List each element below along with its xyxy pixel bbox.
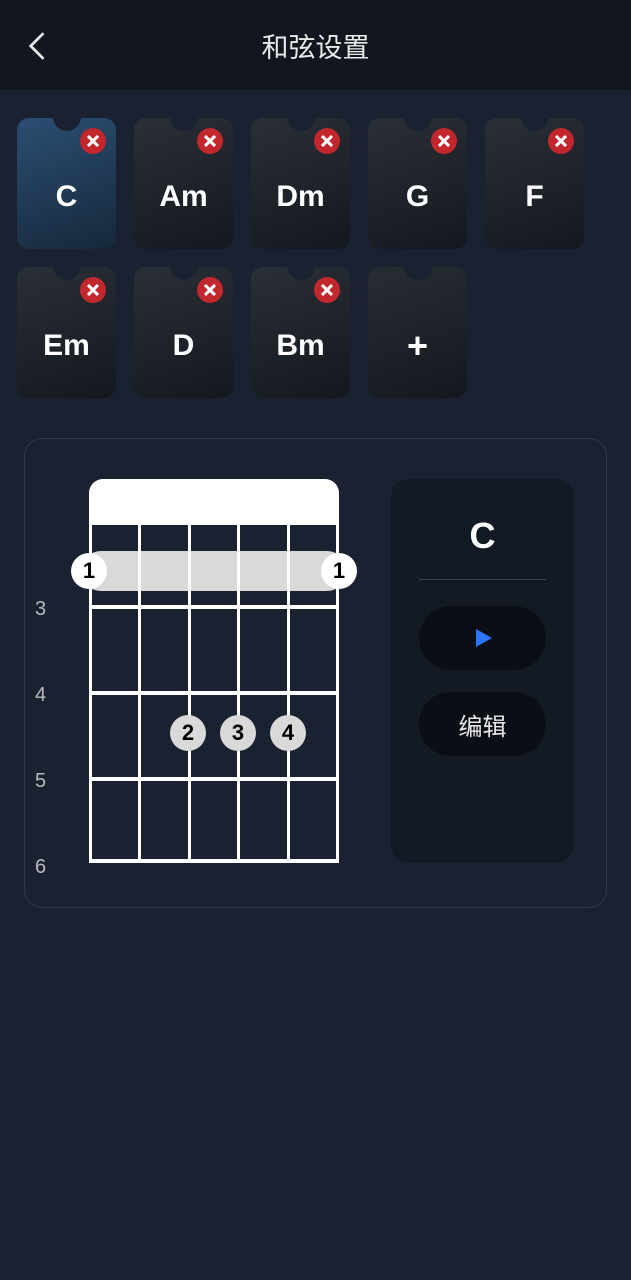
chord-tile-label: G [406,180,429,214]
string-line [237,521,240,863]
close-icon [321,135,333,147]
remove-chord-button[interactable] [197,128,223,154]
remove-chord-button[interactable] [314,128,340,154]
string-line [138,521,141,863]
chord-tile-label: Am [159,180,207,214]
string-line [287,521,290,863]
chevron-left-icon [27,30,49,62]
chord-tile-label: F [525,180,543,214]
fretboard: 1 1 2 3 4 [89,479,339,863]
close-icon [555,135,567,147]
plus-icon: + [407,328,428,364]
fret-line [89,691,339,695]
header-bar: 和弦设置 [0,0,631,90]
chord-tile-label: Em [43,329,90,363]
chord-tile[interactable]: Bm [251,267,350,398]
chord-tile[interactable]: D [134,267,233,398]
chord-tile-label: D [173,329,195,363]
edit-button[interactable]: 编辑 [419,692,546,756]
chord-detail-panel: 3 4 5 6 1 1 [24,438,607,908]
divider [419,579,546,580]
barre-highlight [81,551,347,591]
fret-number: 6 [35,797,46,883]
chord-tile[interactable]: Em [17,267,116,398]
fret-number: 4 [35,625,46,711]
selected-chord-name: C [470,515,496,557]
chord-controls: C 编辑 [391,479,574,863]
close-icon [321,284,333,296]
fret-line [89,605,339,609]
remove-chord-button[interactable] [548,128,574,154]
page-title: 和弦设置 [262,26,370,65]
edit-button-label: 编辑 [459,707,507,742]
chord-tile[interactable]: Dm [251,118,350,249]
play-button[interactable] [419,606,546,670]
close-icon [438,135,450,147]
finger-dot: 2 [170,715,206,751]
chord-tile[interactable]: Am [134,118,233,249]
chord-tile[interactable]: F [485,118,584,249]
finger-dot: 1 [71,553,107,589]
close-icon [87,284,99,296]
add-chord-button[interactable]: + [368,267,467,398]
chord-tile-label: Bm [276,329,324,363]
string-line [188,521,191,863]
fret-line [89,859,339,863]
finger-dot: 4 [270,715,306,751]
play-icon [471,626,495,650]
fret-line [89,777,339,781]
close-icon [87,135,99,147]
back-button[interactable] [20,28,56,64]
fret-number-column: 3 4 5 6 [35,547,46,883]
remove-chord-button[interactable] [314,277,340,303]
remove-chord-button[interactable] [80,128,106,154]
finger-dot: 3 [220,715,256,751]
fretboard-nut [89,479,339,521]
close-icon [204,284,216,296]
close-icon [204,135,216,147]
fretboard-grid: 1 1 2 3 4 [89,521,339,863]
fret-number: 3 [35,547,46,625]
fretboard-diagram: 3 4 5 6 1 1 [35,479,355,863]
chord-tile[interactable]: C [17,118,116,249]
chord-tile-label: Dm [276,180,324,214]
remove-chord-button[interactable] [80,277,106,303]
chord-tile[interactable]: G [368,118,467,249]
chord-grid: C Am Dm G F Em D Bm + [0,90,631,398]
finger-dot: 1 [321,553,357,589]
fret-line [89,521,339,525]
remove-chord-button[interactable] [431,128,457,154]
chord-tile-label: C [56,180,78,214]
remove-chord-button[interactable] [197,277,223,303]
fret-number: 5 [35,711,46,797]
